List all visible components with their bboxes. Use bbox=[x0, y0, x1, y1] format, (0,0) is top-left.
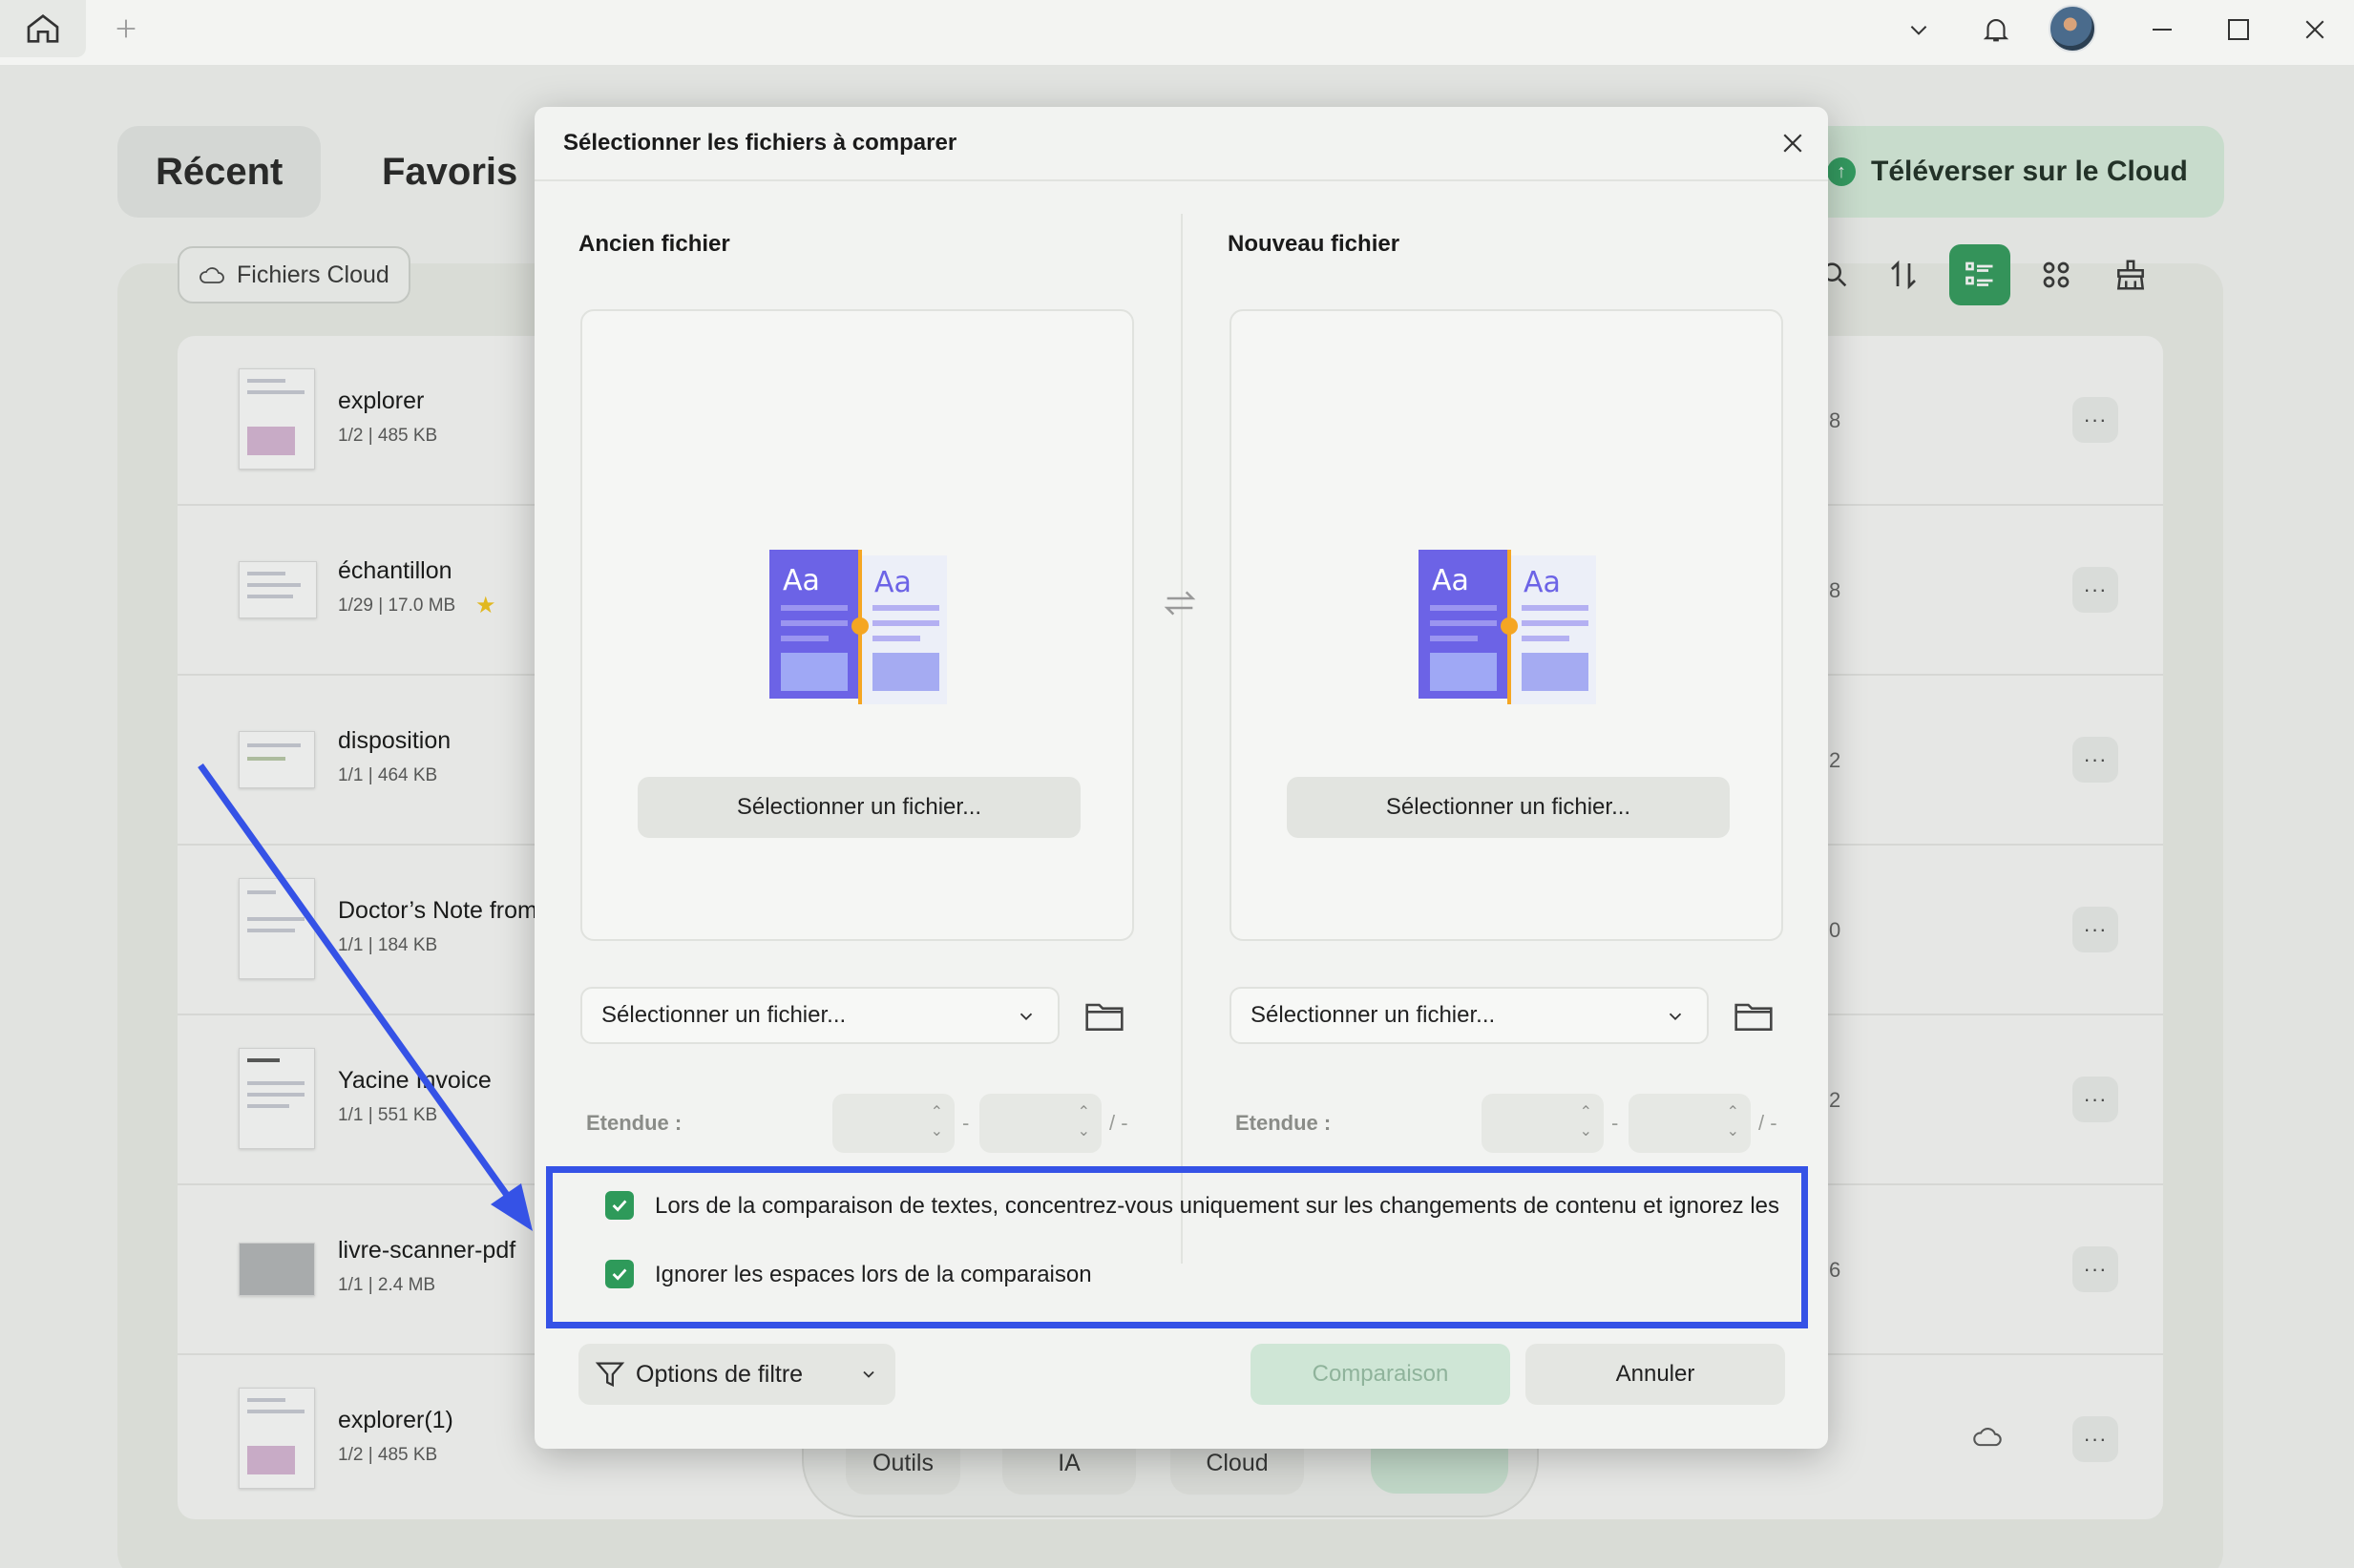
plus-icon bbox=[116, 19, 136, 38]
old-file-title: Ancien fichier bbox=[578, 231, 730, 257]
old-range-end[interactable]: ⌃ ⌄ bbox=[979, 1094, 1102, 1153]
old-range-label: Etendue : bbox=[586, 1111, 683, 1135]
compare-document-icon: Aa Aa bbox=[1419, 550, 1596, 704]
new-file-title: Nouveau fichier bbox=[1228, 231, 1400, 257]
filter-icon bbox=[595, 1362, 625, 1388]
minimize-icon bbox=[2153, 29, 2172, 31]
svg-text:Aa: Aa bbox=[783, 564, 820, 597]
highlight-box bbox=[546, 1166, 1808, 1328]
maximize-button[interactable] bbox=[2215, 6, 2262, 53]
new-range-label: Etendue : bbox=[1235, 1111, 1332, 1135]
user-avatar[interactable] bbox=[2049, 5, 2096, 52]
bell-icon bbox=[1983, 19, 2009, 42]
dialog-close-button[interactable] bbox=[1774, 124, 1812, 162]
cancel-button[interactable]: Annuler bbox=[1525, 1344, 1785, 1405]
svg-text:Aa: Aa bbox=[1524, 566, 1561, 599]
range-separator: - bbox=[962, 1111, 970, 1135]
folder-icon bbox=[1734, 1003, 1773, 1031]
old-file-dropzone[interactable]: Aa Aa Sélectionner un fichier... bbox=[580, 309, 1134, 941]
new-file-select[interactable]: Sélectionner un fichier... bbox=[1230, 987, 1709, 1044]
new-range-start[interactable]: ⌃ ⌄ bbox=[1482, 1094, 1604, 1153]
swap-icon bbox=[1164, 591, 1196, 616]
range-total: / - bbox=[1758, 1111, 1777, 1135]
new-file-dropzone[interactable]: Aa Aa Sélectionner un fichier... bbox=[1230, 309, 1783, 941]
title-bar bbox=[0, 0, 2354, 65]
range-total: / - bbox=[1109, 1111, 1128, 1135]
chevron-down-icon bbox=[863, 1370, 874, 1378]
folder-icon bbox=[1085, 1003, 1124, 1031]
compare-button[interactable]: Comparaison bbox=[1251, 1344, 1510, 1405]
home-icon bbox=[27, 13, 59, 43]
select-new-file-button[interactable]: Sélectionner un fichier... bbox=[1287, 777, 1730, 838]
select-old-file-button[interactable]: Sélectionner un fichier... bbox=[638, 777, 1081, 838]
swap-files-button[interactable] bbox=[1161, 584, 1199, 627]
minimize-button[interactable] bbox=[2138, 6, 2186, 53]
chevron-down-icon bbox=[1669, 1013, 1682, 1021]
dropdown-button[interactable] bbox=[1895, 6, 1943, 53]
chevron-down-icon bbox=[1019, 1013, 1033, 1021]
old-file-select[interactable]: Sélectionner un fichier... bbox=[580, 987, 1060, 1044]
new-file-browse-button[interactable] bbox=[1732, 994, 1776, 1036]
new-tab-button[interactable] bbox=[107, 10, 145, 48]
close-icon bbox=[2305, 20, 2324, 39]
close-window-button[interactable] bbox=[2291, 6, 2339, 53]
old-file-browse-button[interactable] bbox=[1082, 994, 1126, 1036]
new-range-end[interactable]: ⌃ ⌄ bbox=[1629, 1094, 1751, 1153]
notifications-button[interactable] bbox=[1972, 6, 2020, 53]
column-divider bbox=[1181, 214, 1183, 1264]
filter-options-dropdown[interactable]: Options de filtre bbox=[578, 1344, 895, 1405]
old-range-start[interactable]: ⌃ ⌄ bbox=[832, 1094, 955, 1153]
new-file-select-value: Sélectionner un fichier... bbox=[1251, 1002, 1496, 1028]
svg-text:Aa: Aa bbox=[874, 566, 912, 599]
svg-text:Aa: Aa bbox=[1432, 564, 1469, 597]
old-file-select-value: Sélectionner un fichier... bbox=[601, 1002, 847, 1028]
maximize-icon bbox=[2228, 19, 2249, 40]
dialog-title: Sélectionner les fichiers à comparer bbox=[563, 130, 957, 156]
filter-options-label: Options de filtre bbox=[636, 1360, 804, 1388]
range-separator: - bbox=[1611, 1111, 1619, 1135]
close-icon bbox=[1783, 134, 1802, 153]
compare-document-icon: Aa Aa bbox=[769, 550, 947, 704]
dialog-header: Sélectionner les fichiers à comparer bbox=[535, 107, 1828, 181]
home-button[interactable] bbox=[0, 0, 86, 57]
chevron-down-icon bbox=[1910, 26, 1927, 35]
